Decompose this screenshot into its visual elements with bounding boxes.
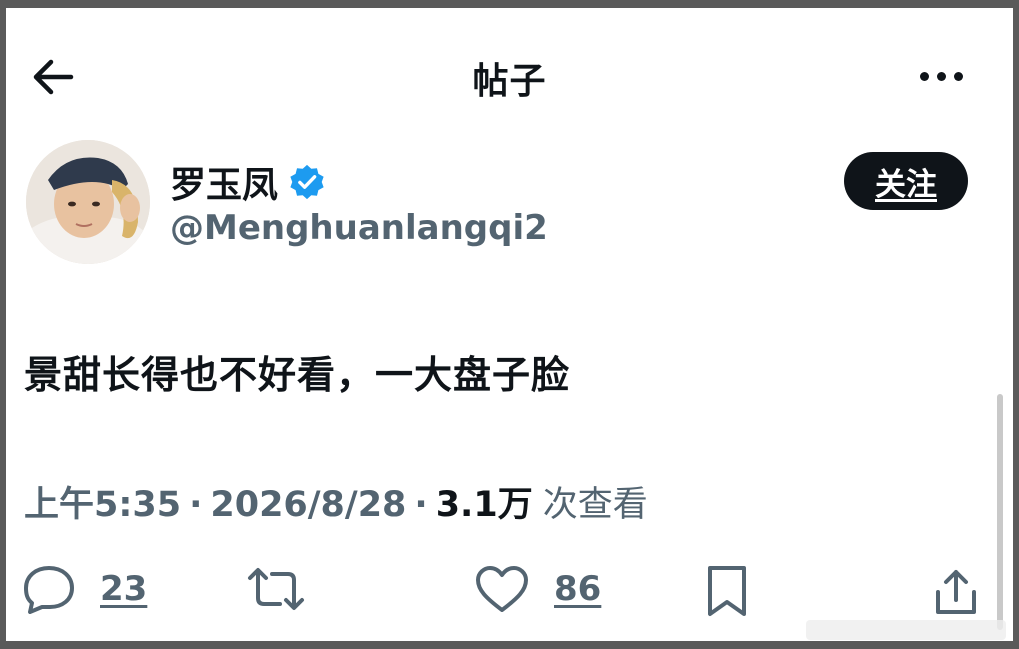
reply-count[interactable]: 23 [100,569,147,609]
avatar-image [26,140,150,264]
more-options-button[interactable] [913,62,969,90]
post-screen: 帖子 罗玉凤 @Menghuanlangqi2 关注 景甜长得也不好看，一大盘子… [6,8,1013,641]
share-icon [936,570,976,614]
bookmark-button[interactable] [704,564,750,618]
like-button[interactable]: 86 [474,564,601,614]
like-count[interactable]: 86 [554,569,601,609]
author-name-row: 罗玉凤 [170,156,326,208]
author-name[interactable]: 罗玉凤 [170,156,278,208]
author-handle[interactable]: @Menghuanlangqi2 [170,208,548,248]
watermark-overlay [806,620,1006,640]
retweet-button[interactable] [246,564,306,614]
scrollbar[interactable] [997,394,1003,630]
tweet-text: 景甜长得也不好看，一大盘子脸 [24,353,571,397]
avatar[interactable] [26,140,150,264]
view-count[interactable]: 3.1万 [436,476,533,527]
tweet-time: 上午5:35 [24,485,182,525]
meta-separator: · [414,485,428,525]
bookmark-icon [708,566,746,616]
verified-badge-icon [290,164,324,200]
meta-separator: · [189,485,203,525]
reply-button[interactable]: 23 [22,564,147,614]
more-horizontal-icon [919,71,929,81]
retweet-icon [248,568,304,610]
reply-icon [24,566,74,614]
tweet-date: 2026/8/28 [210,485,407,525]
follow-button[interactable]: 关注 [844,152,968,210]
view-count-label: 次查看 [542,485,648,525]
tweet-meta: 上午5:35 · 2026/8/28 · 3.1万 次查看 [24,476,648,527]
share-button[interactable] [930,566,982,618]
page-title: 帖子 [472,61,547,102]
heart-icon [476,566,528,612]
